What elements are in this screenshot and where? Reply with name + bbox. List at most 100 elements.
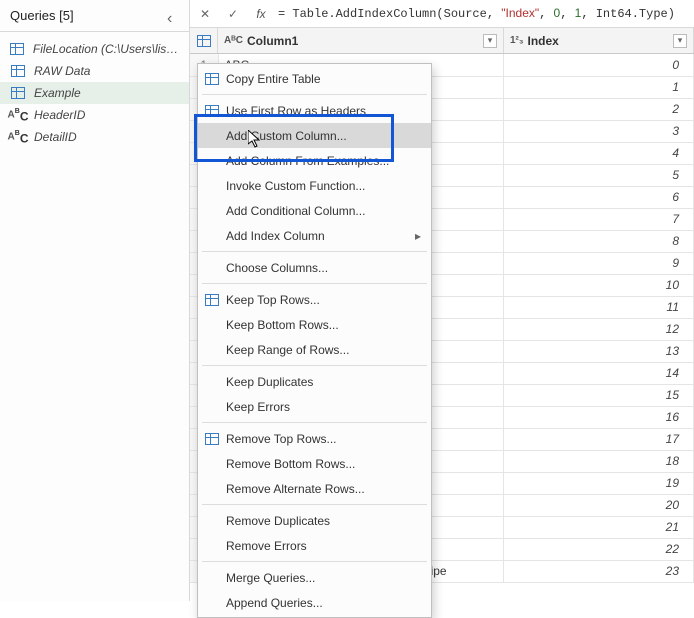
- menu-item-label: Remove Alternate Rows...: [226, 482, 365, 496]
- queries-title: Queries [5]: [10, 8, 167, 23]
- column-header-index[interactable]: 1²₃ Index ▾: [504, 28, 694, 53]
- cell-index[interactable]: 10: [504, 274, 694, 296]
- copy-icon: [204, 71, 220, 87]
- query-item[interactable]: RAW Data: [0, 60, 189, 82]
- cell-index[interactable]: 0: [504, 54, 694, 76]
- menu-item[interactable]: Merge Queries...: [198, 565, 431, 590]
- queries-pane: Queries [5] FileLocation (C:\Users\lisde…: [0, 0, 190, 601]
- text-type-icon: ABC: [8, 108, 29, 122]
- cell-index[interactable]: 18: [504, 450, 694, 472]
- menu-separator: [202, 94, 427, 95]
- menu-item[interactable]: Keep Duplicates: [198, 369, 431, 394]
- query-item-label: Example: [34, 86, 81, 100]
- menu-item-label: Invoke Custom Function...: [226, 179, 365, 193]
- cell-index[interactable]: 8: [504, 230, 694, 252]
- menu-item[interactable]: Invoke Custom Function...: [198, 173, 431, 198]
- menu-item[interactable]: Remove Bottom Rows...: [198, 451, 431, 476]
- menu-item[interactable]: Add Conditional Column...: [198, 198, 431, 223]
- menu-item[interactable]: Keep Errors: [198, 394, 431, 419]
- cell-index[interactable]: 2: [504, 98, 694, 120]
- menu-item-label: Merge Queries...: [226, 571, 315, 585]
- cell-index[interactable]: 1: [504, 76, 694, 98]
- queries-header: Queries [5]: [0, 0, 189, 32]
- menu-item-label: Add Conditional Column...: [226, 204, 365, 218]
- formula-input[interactable]: = Table.AddIndexColumn(Source, "Index", …: [278, 6, 690, 21]
- query-item[interactable]: FileLocation (C:\Users\lisde...: [0, 38, 189, 60]
- query-list: FileLocation (C:\Users\lisde... RAW Data E…: [0, 32, 189, 154]
- cell-index[interactable]: 15: [504, 384, 694, 406]
- table-corner-button[interactable]: [190, 28, 218, 53]
- cell-index[interactable]: 11: [504, 296, 694, 318]
- cell-index[interactable]: 12: [504, 318, 694, 340]
- menu-item-label: Keep Bottom Rows...: [226, 318, 339, 332]
- menu-item[interactable]: Keep Bottom Rows...: [198, 312, 431, 337]
- cell-index[interactable]: 20: [504, 494, 694, 516]
- rows-icon: [204, 431, 220, 447]
- column1-label: Column1: [247, 34, 483, 48]
- menu-item[interactable]: Remove Duplicates: [198, 508, 431, 533]
- column1-filter-dropdown[interactable]: ▾: [483, 34, 497, 48]
- table-icon: [11, 87, 25, 99]
- query-item-label: RAW Data: [34, 64, 90, 78]
- menu-item-label: Remove Duplicates: [226, 514, 330, 528]
- cell-index[interactable]: 16: [504, 406, 694, 428]
- menu-item-label: Remove Errors: [226, 539, 307, 553]
- menu-item-label: Keep Range of Rows...: [226, 343, 349, 357]
- cell-index[interactable]: 7: [504, 208, 694, 230]
- table-context-menu: Copy Entire Table Use First Row as Header…: [197, 63, 432, 618]
- menu-item[interactable]: Copy Entire Table: [198, 66, 431, 91]
- fx-icon[interactable]: fx: [250, 3, 272, 25]
- commit-icon[interactable]: ✓: [222, 3, 244, 25]
- collapse-pane-icon[interactable]: [167, 10, 179, 22]
- table-icon: [197, 35, 211, 47]
- menu-item[interactable]: Add Custom Column...: [198, 123, 431, 148]
- index-filter-dropdown[interactable]: ▾: [673, 34, 687, 48]
- menu-item-label: Add Index Column: [226, 229, 325, 243]
- cancel-icon[interactable]: ✕: [194, 3, 216, 25]
- cell-index[interactable]: 21: [504, 516, 694, 538]
- cell-index[interactable]: 23: [504, 560, 694, 582]
- text-type-icon: ABC: [8, 130, 29, 144]
- query-item[interactable]: ABC DetailID: [0, 126, 189, 148]
- menu-item[interactable]: Remove Errors: [198, 533, 431, 558]
- query-item-label: HeaderID: [34, 108, 85, 122]
- query-item-label: DetailID: [34, 130, 77, 144]
- cell-index[interactable]: 6: [504, 186, 694, 208]
- menu-item[interactable]: Choose Columns...: [198, 255, 431, 280]
- menu-item-label: Choose Columns...: [226, 261, 328, 275]
- menu-item[interactable]: Keep Top Rows...: [198, 287, 431, 312]
- menu-item-label: Use First Row as Headers: [226, 104, 366, 118]
- menu-item-label: Append Queries...: [226, 596, 323, 610]
- query-item[interactable]: ABC HeaderID: [0, 104, 189, 126]
- menu-item[interactable]: Add Column From Examples...: [198, 148, 431, 173]
- formula-bar: ✕ ✓ fx = Table.AddIndexColumn(Source, "I…: [190, 0, 694, 28]
- menu-item-label: Add Column From Examples...: [226, 154, 389, 168]
- menu-item[interactable]: Add Index Column▸: [198, 223, 431, 248]
- menu-item[interactable]: Remove Top Rows...: [198, 426, 431, 451]
- menu-separator: [202, 504, 427, 505]
- cell-index[interactable]: 19: [504, 472, 694, 494]
- cell-index[interactable]: 22: [504, 538, 694, 560]
- column-header-column1[interactable]: AᴮC Column1 ▾: [218, 28, 504, 53]
- cell-index[interactable]: 5: [504, 164, 694, 186]
- grid-header: AᴮC Column1 ▾ 1²₃ Index ▾: [190, 28, 694, 54]
- menu-item-label: Keep Top Rows...: [226, 293, 320, 307]
- menu-item-label: Remove Bottom Rows...: [226, 457, 355, 471]
- menu-item-label: Keep Duplicates: [226, 375, 313, 389]
- menu-item[interactable]: Use First Row as Headers: [198, 98, 431, 123]
- cell-index[interactable]: 13: [504, 340, 694, 362]
- cell-index[interactable]: 14: [504, 362, 694, 384]
- cell-index[interactable]: 4: [504, 142, 694, 164]
- cell-index[interactable]: 9: [504, 252, 694, 274]
- menu-item[interactable]: Append Queries...: [198, 590, 431, 615]
- cell-index[interactable]: 17: [504, 428, 694, 450]
- headers-icon: [204, 103, 220, 119]
- menu-item[interactable]: Remove Alternate Rows...: [198, 476, 431, 501]
- query-item-label: FileLocation (C:\Users\lisde...: [33, 42, 179, 56]
- menu-item[interactable]: Keep Range of Rows...: [198, 337, 431, 362]
- cell-index[interactable]: 3: [504, 120, 694, 142]
- query-item[interactable]: Example: [0, 82, 189, 104]
- index-label: Index: [528, 34, 673, 48]
- table-icon: [10, 43, 24, 55]
- menu-item-label: Add Custom Column...: [226, 129, 347, 143]
